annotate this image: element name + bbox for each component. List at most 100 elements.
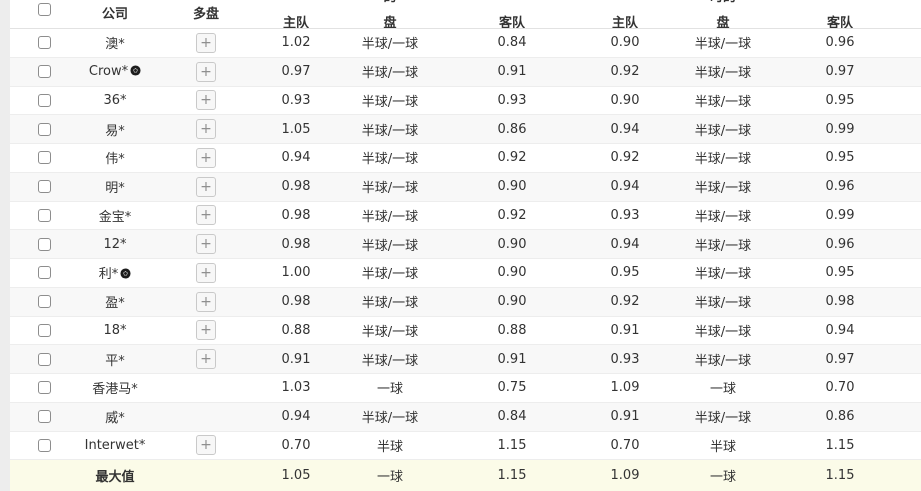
home-odds-2: 0.92	[576, 64, 674, 79]
away-odds-1: 1.15	[448, 438, 576, 453]
expand-button[interactable]: +	[196, 263, 216, 283]
max-home-odds-2: 1.09	[576, 468, 674, 483]
column-header-away-2: 客队	[772, 0, 908, 29]
away-odds-2: 0.95	[772, 150, 908, 165]
table-row: Crow* + 0.97 半球/一球 0.91 0.92 半球/一球 0.97	[10, 58, 921, 87]
away-odds-1: 0.90	[448, 265, 576, 280]
handicap-1: 半球/一球	[332, 263, 448, 282]
handicap-1: 半球/一球	[332, 235, 448, 254]
row-checkbox[interactable]	[38, 94, 51, 107]
max-away-odds-2: 1.15	[772, 468, 908, 483]
multi-odds-cell: +	[152, 62, 260, 82]
handicap-2: 半球/一球	[674, 292, 772, 311]
expand-button[interactable]: +	[196, 205, 216, 225]
row-checkbox[interactable]	[38, 36, 51, 49]
handicap-2: 半球/一球	[674, 263, 772, 282]
home-odds-1: 1.00	[260, 265, 332, 280]
home-odds-2: 1.09	[576, 380, 674, 395]
expand-button[interactable]: +	[196, 349, 216, 369]
away-odds-2: 0.94	[772, 323, 908, 338]
table-row: Interwet* + 0.70 半球 1.15 0.70 半球 1.15	[10, 432, 921, 461]
row-checkbox[interactable]	[38, 410, 51, 423]
column-header-company: 公司	[78, 0, 152, 22]
handicap-2: 半球/一球	[674, 33, 772, 52]
expand-button[interactable]: +	[196, 33, 216, 53]
row-checkbox[interactable]	[38, 266, 51, 279]
expand-button[interactable]: +	[196, 234, 216, 254]
multi-odds-cell: +	[152, 320, 260, 340]
row-checkbox[interactable]	[38, 238, 51, 251]
handicap-1: 一球	[332, 378, 448, 397]
row-checkbox[interactable]	[38, 381, 51, 394]
company-label: 金宝*	[99, 210, 132, 225]
company-cell: Crow*	[78, 64, 152, 79]
company-cell: 12*	[78, 237, 152, 252]
away-odds-1: 0.92	[448, 208, 576, 223]
company-label: 澳*	[105, 37, 125, 52]
row-checkbox[interactable]	[38, 324, 51, 337]
row-checkbox-cell	[10, 122, 78, 137]
handicap-1: 半球/一球	[332, 148, 448, 167]
home-odds-1: 0.98	[260, 237, 332, 252]
away-odds-2: 0.70	[772, 380, 908, 395]
odds-comparison-page: 的 时的 公司 多盘 主队 盘 客队 主队 盘 客队	[0, 0, 921, 491]
away-odds-1: 0.91	[448, 64, 576, 79]
row-checkbox[interactable]	[38, 123, 51, 136]
home-odds-2: 0.92	[576, 294, 674, 309]
row-checkbox[interactable]	[38, 65, 51, 78]
table-row: 香港马* + 1.03 一球 0.75 1.09 一球 0.70	[10, 374, 921, 403]
row-checkbox-cell	[10, 93, 78, 108]
handicap-2: 一球	[674, 378, 772, 397]
row-checkbox[interactable]	[38, 439, 51, 452]
away-odds-2: 0.99	[772, 208, 908, 223]
multi-odds-cell: +	[152, 234, 260, 254]
handicap-2: 半球/一球	[674, 350, 772, 369]
row-checkbox-cell	[10, 438, 78, 453]
company-cell: Interwet*	[78, 438, 152, 453]
company-cell: 金宝*	[78, 206, 152, 225]
row-checkbox[interactable]	[38, 353, 51, 366]
table-row: 18* + 0.88 半球/一球 0.88 0.91 半球/一球 0.94	[10, 317, 921, 346]
handicap-1: 半球/一球	[332, 292, 448, 311]
row-checkbox-cell	[10, 64, 78, 79]
away-odds-1: 0.86	[448, 122, 576, 137]
expand-button[interactable]: +	[196, 148, 216, 168]
handicap-1: 半球/一球	[332, 62, 448, 81]
select-all-checkbox[interactable]	[38, 3, 51, 16]
row-checkbox[interactable]	[38, 209, 51, 222]
soccer-ball-icon	[130, 65, 141, 76]
handicap-1: 半球	[332, 436, 448, 455]
company-label: 12*	[103, 237, 126, 252]
page-left-gutter	[0, 0, 10, 491]
column-header-home-2: 主队	[576, 0, 674, 29]
column-header-home-1: 主队	[260, 0, 332, 29]
multi-odds-cell: +	[152, 90, 260, 110]
home-odds-1: 1.05	[260, 122, 332, 137]
row-checkbox[interactable]	[38, 295, 51, 308]
max-handicap-2: 一球	[674, 466, 772, 485]
expand-button[interactable]: +	[196, 177, 216, 197]
select-all-cell	[10, 0, 78, 17]
expand-button[interactable]: +	[196, 320, 216, 340]
multi-odds-cell: +	[152, 263, 260, 283]
home-odds-2: 0.70	[576, 438, 674, 453]
multi-odds-cell: +	[152, 119, 260, 139]
expand-button[interactable]: +	[196, 90, 216, 110]
max-value-label: 最大值	[78, 466, 152, 485]
expand-button[interactable]: +	[196, 119, 216, 139]
away-odds-1: 0.88	[448, 323, 576, 338]
row-checkbox[interactable]	[38, 180, 51, 193]
expand-button[interactable]: +	[196, 62, 216, 82]
row-checkbox[interactable]	[38, 151, 51, 164]
expand-button[interactable]: +	[196, 292, 216, 312]
max-value-row: 最大值 1.05 一球 1.15 1.09 一球 1.15	[10, 460, 921, 491]
handicap-1: 半球/一球	[332, 120, 448, 139]
company-cell: 香港马*	[78, 378, 152, 397]
home-odds-1: 1.03	[260, 380, 332, 395]
home-odds-2: 0.91	[576, 409, 674, 424]
away-odds-2: 0.86	[772, 409, 908, 424]
expand-button[interactable]: +	[196, 435, 216, 455]
odds-table: 的 时的 公司 多盘 主队 盘 客队 主队 盘 客队	[10, 0, 921, 491]
away-odds-2: 0.99	[772, 122, 908, 137]
home-odds-2: 0.95	[576, 265, 674, 280]
